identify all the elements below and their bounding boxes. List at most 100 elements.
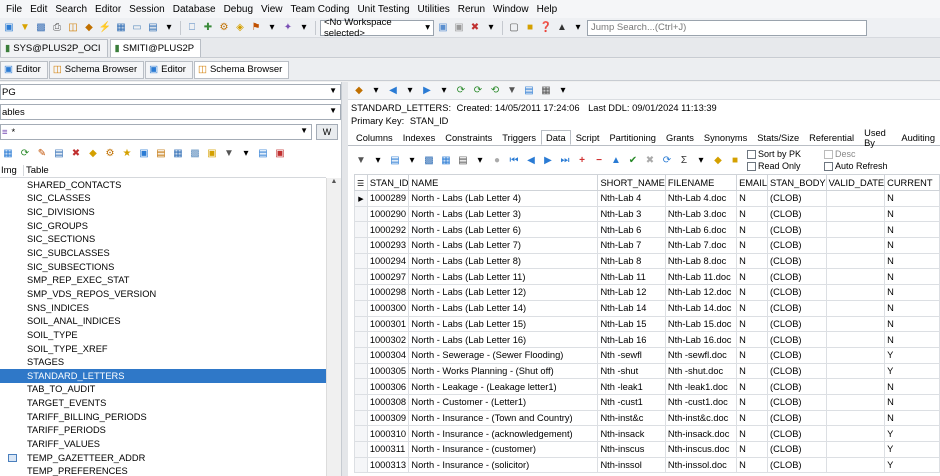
table-list-item[interactable]: TARIFF_PERIODS <box>0 424 326 438</box>
table-list-item[interactable]: SOIL_ANAL_INDICES <box>0 314 326 328</box>
execute-icon[interactable]: ⚡ <box>98 21 112 35</box>
row-indicator[interactable] <box>354 456 368 474</box>
cell-stan-id[interactable]: 1000306 <box>366 378 410 395</box>
sort-icon[interactable]: ▤ <box>388 153 402 167</box>
dropdown-icon[interactable]: ▾ <box>162 21 176 35</box>
cell-stan-body[interactable]: (CLOB) <box>767 268 827 286</box>
database-icon[interactable]: ▭ <box>130 21 144 35</box>
cell-stan-id[interactable]: 1000310 <box>366 425 410 442</box>
last-record-icon[interactable]: ⏭ <box>558 153 572 167</box>
print-grid-icon[interactable]: ▤ <box>456 153 470 167</box>
tab-data[interactable]: Data <box>541 130 571 145</box>
cell-filename[interactable]: Nth-Lab 8.doc <box>664 252 738 270</box>
cell-current[interactable]: Y <box>884 456 940 474</box>
row-indicator[interactable] <box>354 315 368 333</box>
cell-name[interactable]: North - Labs (Lab Letter 4) <box>408 190 599 207</box>
save-grid-icon[interactable]: ▩ <box>422 153 436 167</box>
column-header-valid-date[interactable]: VALID_DATE <box>825 174 886 191</box>
report-icon[interactable]: ◈ <box>233 21 247 35</box>
refresh-icon[interactable]: ⟳ <box>18 146 32 160</box>
cell-short-name[interactable]: Nth-Lab 8 <box>597 252 666 270</box>
menu-help[interactable]: Help <box>533 4 562 15</box>
cell-filename[interactable]: Nth-inssol.doc <box>664 456 738 474</box>
table-row[interactable]: 1000294 North - Labs (Lab Letter 8) Nth-La… <box>354 252 940 270</box>
copy-icon[interactable]: ⎕ <box>185 21 199 35</box>
cell-stan-body[interactable]: (CLOB) <box>767 425 827 442</box>
dropdown-icon[interactable]: ▾ <box>556 84 570 98</box>
lock-icon[interactable]: ◆ <box>711 153 725 167</box>
cell-filename[interactable]: Nth-Lab 14.doc <box>664 299 738 317</box>
cell-stan-body[interactable]: (CLOB) <box>767 237 827 254</box>
table-list-item[interactable]: TARGET_EVENTS <box>0 396 326 410</box>
cell-short-name[interactable]: Nth-Lab 16 <box>597 331 666 348</box>
cell-stan-id[interactable]: 1000313 <box>366 456 410 474</box>
tab-editor-1[interactable]: ▣ Editor <box>0 60 48 79</box>
cancel-edit-icon[interactable]: ✖ <box>643 153 657 167</box>
edit-icon[interactable]: ✎ <box>35 146 49 160</box>
cell-valid-date[interactable] <box>825 315 886 333</box>
table-list-item[interactable]: TARIFF_VALUES <box>0 437 326 451</box>
column-header-short-name[interactable]: SHORT_NAME <box>597 174 666 191</box>
window-icon[interactable]: ▢ <box>507 21 521 35</box>
dropdown-icon[interactable]: ▾ <box>484 21 498 35</box>
tab-indexes[interactable]: Indexes <box>398 130 441 145</box>
import-icon[interactable]: ▣ <box>205 146 219 160</box>
dropdown-icon[interactable]: ▾ <box>369 84 383 98</box>
column-header-email[interactable]: EMAIL <box>736 174 769 191</box>
cell-current[interactable]: N <box>884 237 940 254</box>
tab-script[interactable]: Script <box>571 130 605 145</box>
cell-stan-body[interactable]: (CLOB) <box>767 393 827 411</box>
cell-short-name[interactable]: Nth -cust1 <box>597 393 666 411</box>
cell-stan-id[interactable]: 1000302 <box>366 331 410 348</box>
table-row[interactable]: 1000309 North - Insurance - (Town and Cou… <box>354 409 940 427</box>
workspace-save-icon[interactable]: ▣ <box>436 21 450 35</box>
cell-name[interactable]: North - Insurance - (customer) <box>408 441 599 458</box>
table-list-item[interactable]: SMP_REP_EXEC_STAT <box>0 273 326 287</box>
menu-session[interactable]: Session <box>125 4 169 15</box>
cell-name[interactable]: North - Labs (Lab Letter 14) <box>408 299 599 317</box>
tab-synonyms[interactable]: Synonyms <box>699 130 752 145</box>
table-list-item[interactable]: TEMP_GAZETTEER_ADDR <box>0 451 326 465</box>
cell-current[interactable]: Y <box>884 362 940 380</box>
tab-used-by[interactable]: Used By <box>859 128 896 148</box>
wand-icon[interactable]: ✦ <box>281 21 295 35</box>
cell-valid-date[interactable] <box>825 346 886 364</box>
dropdown-icon[interactable]: ▾ <box>694 153 708 167</box>
table-list-item[interactable]: STANDARD_LETTERS <box>0 368 326 383</box>
table-list-item[interactable]: SHARED_CONTACTS <box>0 178 326 192</box>
menu-rerun[interactable]: Rerun <box>454 4 489 15</box>
cell-name[interactable]: North - Labs (Lab Letter 3) <box>408 205 599 223</box>
cell-stan-body[interactable]: (CLOB) <box>767 299 827 317</box>
forward-icon[interactable]: ▶ <box>420 84 434 98</box>
row-indicator[interactable] <box>354 425 368 442</box>
cell-email[interactable]: N <box>736 393 769 411</box>
read-only-checkbox[interactable]: Read Only <box>747 161 801 172</box>
comment-icon[interactable]: ■ <box>523 21 537 35</box>
tools-icon[interactable]: ⚙ <box>217 21 231 35</box>
cell-filename[interactable]: Nth-Lab 16.doc <box>664 331 738 348</box>
new-editor-icon[interactable]: ▣ <box>2 21 16 35</box>
table-list-item[interactable]: SIC_CLASSES <box>0 192 326 206</box>
cell-short-name[interactable]: Nth -shut <box>597 362 666 380</box>
cell-short-name[interactable]: Nth -sewfl <box>597 346 666 364</box>
table-row[interactable]: 1000298 North - Labs (Lab Letter 12) Nth-L… <box>354 284 940 301</box>
cell-name[interactable]: North - Labs (Lab Letter 8) <box>408 252 599 270</box>
cell-valid-date[interactable] <box>825 299 886 317</box>
column-header-filename[interactable]: FILENAME <box>664 174 738 191</box>
jump-search-input[interactable]: Jump Search...(Ctrl+J) <box>587 19 867 36</box>
table-list-item[interactable]: SMP_VDS_REPOS_VERSION <box>0 287 326 301</box>
flashlight-icon[interactable]: ■ <box>728 153 742 167</box>
row-indicator[interactable] <box>354 331 368 348</box>
cell-valid-date[interactable] <box>825 252 886 270</box>
filter-icon[interactable]: ▼ <box>505 84 519 98</box>
column-header-img[interactable]: Img <box>0 165 24 176</box>
row-indicator[interactable] <box>354 378 368 395</box>
column-header-table[interactable]: Table <box>24 165 49 176</box>
compile-icon[interactable]: ⚙ <box>103 146 117 160</box>
cell-short-name[interactable]: Nth-Lab 3 <box>597 205 666 223</box>
sql-icon[interactable]: ◆ <box>82 21 96 35</box>
graduation-icon[interactable]: ▲ <box>555 21 569 35</box>
cell-filename[interactable]: Nth-Lab 7.doc <box>664 237 738 254</box>
cell-short-name[interactable]: Nth-Lab 11 <box>597 268 666 286</box>
menu-edit[interactable]: Edit <box>26 4 51 15</box>
